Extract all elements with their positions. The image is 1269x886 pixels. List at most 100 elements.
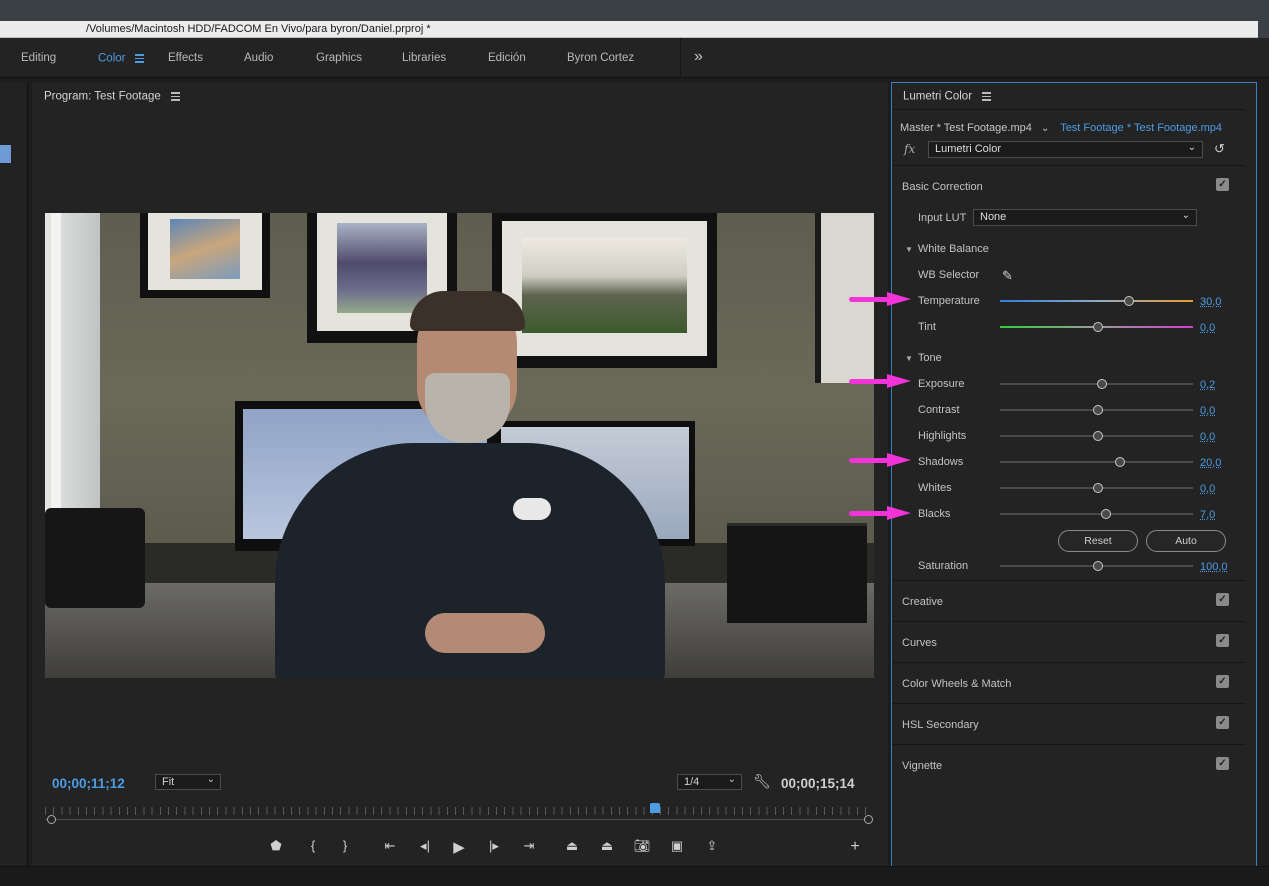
whites-value[interactable]: 0,0 [1200, 483, 1215, 495]
whites-slider[interactable] [1000, 483, 1193, 493]
reset-button[interactable]: Reset [1058, 530, 1138, 552]
overflow-chevron-icon[interactable]: » [694, 48, 703, 66]
master-clip-label[interactable]: Master * Test Footage.mp4 [900, 122, 1032, 134]
button-editor-add-icon[interactable]: + [846, 838, 864, 856]
desk-phone [45, 508, 145, 608]
vignette-checkbox[interactable]: ✓ [1216, 757, 1229, 770]
add-marker-icon[interactable]: ⬟ [267, 838, 285, 854]
annotation-arrow-shadows [849, 453, 911, 467]
section-curves[interactable]: Curves [902, 637, 937, 649]
share-icon[interactable]: ⇪ [703, 838, 721, 854]
go-to-in-icon[interactable]: ⇤ [381, 838, 399, 854]
window-title: /Volumes/Macintosh HDD/FADCOM En Vivo/pa… [86, 23, 431, 35]
contrast-value[interactable]: 0,0 [1200, 405, 1215, 417]
panel-menu-icon[interactable] [982, 90, 992, 103]
reset-effect-icon[interactable]: ↺ [1214, 141, 1225, 157]
contrast-knob[interactable] [1093, 405, 1104, 415]
sequence-clip-label[interactable]: Test Footage * Test Footage.mp4 [1060, 122, 1222, 134]
tab-menu-icon[interactable] [134, 52, 144, 65]
panel-menu-icon[interactable] [170, 90, 180, 103]
blacks-value[interactable]: 7,0 [1200, 509, 1215, 521]
playhead[interactable] [649, 803, 660, 813]
lift-icon[interactable]: ⏏ [563, 838, 581, 854]
creative-checkbox[interactable]: ✓ [1216, 593, 1229, 606]
basic-correction-header[interactable]: Basic Correction [902, 181, 983, 193]
shadows-slider[interactable] [1000, 457, 1193, 467]
tab-libraries[interactable]: Libraries [402, 52, 446, 64]
tab-edicion[interactable]: Edición [488, 52, 526, 64]
go-to-out-icon[interactable]: ⇥ [520, 838, 538, 854]
white-balance-toggle[interactable]: ▼ White Balance [905, 243, 989, 255]
tint-knob[interactable] [1093, 322, 1104, 332]
hsl-secondary-checkbox[interactable]: ✓ [1216, 716, 1229, 729]
export-frame-icon[interactable]: 📷︎ [633, 838, 651, 854]
in-handle[interactable] [47, 815, 56, 824]
tab-effects[interactable]: Effects [168, 52, 203, 64]
tab-editing[interactable]: Editing [21, 52, 56, 64]
section-vignette[interactable]: Vignette [902, 760, 942, 772]
clip-selector[interactable]: Master * Test Footage.mp4 ⌄ Test Footage… [900, 122, 1222, 134]
highlights-label: Highlights [918, 430, 967, 442]
section-creative[interactable]: Creative [902, 596, 943, 608]
exposure-value[interactable]: 0,2 [1200, 379, 1215, 391]
exposure-slider[interactable] [1000, 379, 1193, 389]
highlights-value[interactable]: 0,0 [1200, 431, 1215, 443]
tint-value[interactable]: 0,0 [1200, 322, 1215, 334]
saturation-knob[interactable] [1093, 561, 1104, 571]
contrast-label: Contrast [918, 404, 960, 416]
tone-toggle[interactable]: ▼ Tone [905, 352, 942, 364]
wrench-icon[interactable]: 🔧︎ [753, 773, 771, 790]
shadows-value[interactable]: 20,0 [1200, 457, 1221, 469]
step-back-icon[interactable]: ◂| [416, 838, 434, 854]
out-handle[interactable] [864, 815, 873, 824]
blacks-slider[interactable] [1000, 509, 1193, 519]
tab-color[interactable]: Color [98, 52, 144, 65]
input-lut-label: Input LUT [918, 212, 967, 224]
whites-knob[interactable] [1093, 483, 1104, 493]
play-icon[interactable]: ▶ [450, 838, 468, 856]
basic-correction-checkbox[interactable]: ✓ [1216, 178, 1229, 191]
tab-graphics[interactable]: Graphics [316, 52, 362, 64]
extract-icon[interactable]: ⏏ [598, 838, 616, 854]
tab-byron-cortez[interactable]: Byron Cortez [567, 52, 634, 64]
mark-in-icon[interactable]: { [304, 838, 322, 853]
tab-audio[interactable]: Audio [244, 52, 273, 64]
highlights-knob[interactable] [1093, 431, 1104, 441]
effect-select[interactable]: Lumetri Color ⌄ [928, 141, 1203, 158]
contrast-slider[interactable] [1000, 405, 1193, 415]
temperature-knob[interactable] [1124, 296, 1135, 306]
temperature-value[interactable]: 30,0 [1200, 296, 1221, 308]
window-blinds [45, 213, 100, 513]
shadows-knob[interactable] [1114, 457, 1125, 467]
zoom-select[interactable]: Fit ⌄ [155, 774, 221, 790]
program-monitor-title[interactable]: Program: Test Footage [44, 90, 180, 103]
source-panel-edge [0, 82, 28, 866]
section-hsl-secondary[interactable]: HSL Secondary [902, 719, 979, 731]
saturation-slider[interactable] [1000, 561, 1193, 571]
fx-icon: fx [904, 142, 916, 156]
resolution-select[interactable]: 1/4 ⌄ [677, 774, 742, 790]
color-wheels-checkbox[interactable]: ✓ [1216, 675, 1229, 688]
section-color-wheels[interactable]: Color Wheels & Match [902, 678, 1011, 690]
video-frame[interactable] [45, 213, 874, 678]
mark-out-icon[interactable]: } [336, 838, 354, 853]
exposure-knob[interactable] [1097, 379, 1108, 389]
blacks-knob[interactable] [1101, 509, 1112, 519]
time-ruler[interactable] [45, 807, 873, 827]
auto-button[interactable]: Auto [1146, 530, 1226, 552]
curves-checkbox[interactable]: ✓ [1216, 634, 1229, 647]
input-lut-select[interactable]: None ⌄ [973, 209, 1197, 226]
step-forward-icon[interactable]: |▸ [485, 838, 503, 854]
lumetri-panel-title[interactable]: Lumetri Color [903, 90, 992, 103]
window-title-strip: /Volumes/Macintosh HDD/FADCOM En Vivo/pa… [0, 21, 1258, 38]
eyedropper-icon[interactable]: ✎ [1002, 268, 1013, 284]
landscape-painting-frame [492, 213, 717, 368]
current-timecode[interactable]: 00;00;11;12 [52, 776, 125, 791]
chevron-down-icon[interactable]: ⌄ [1041, 123, 1049, 134]
highlights-slider[interactable] [1000, 431, 1193, 441]
temperature-slider[interactable] [1000, 296, 1193, 306]
chevron-down-icon: ⌄ [206, 774, 215, 785]
tint-slider[interactable] [1000, 322, 1193, 332]
comparison-view-icon[interactable]: ▣ [668, 838, 686, 854]
saturation-value[interactable]: 100,0 [1200, 561, 1228, 573]
